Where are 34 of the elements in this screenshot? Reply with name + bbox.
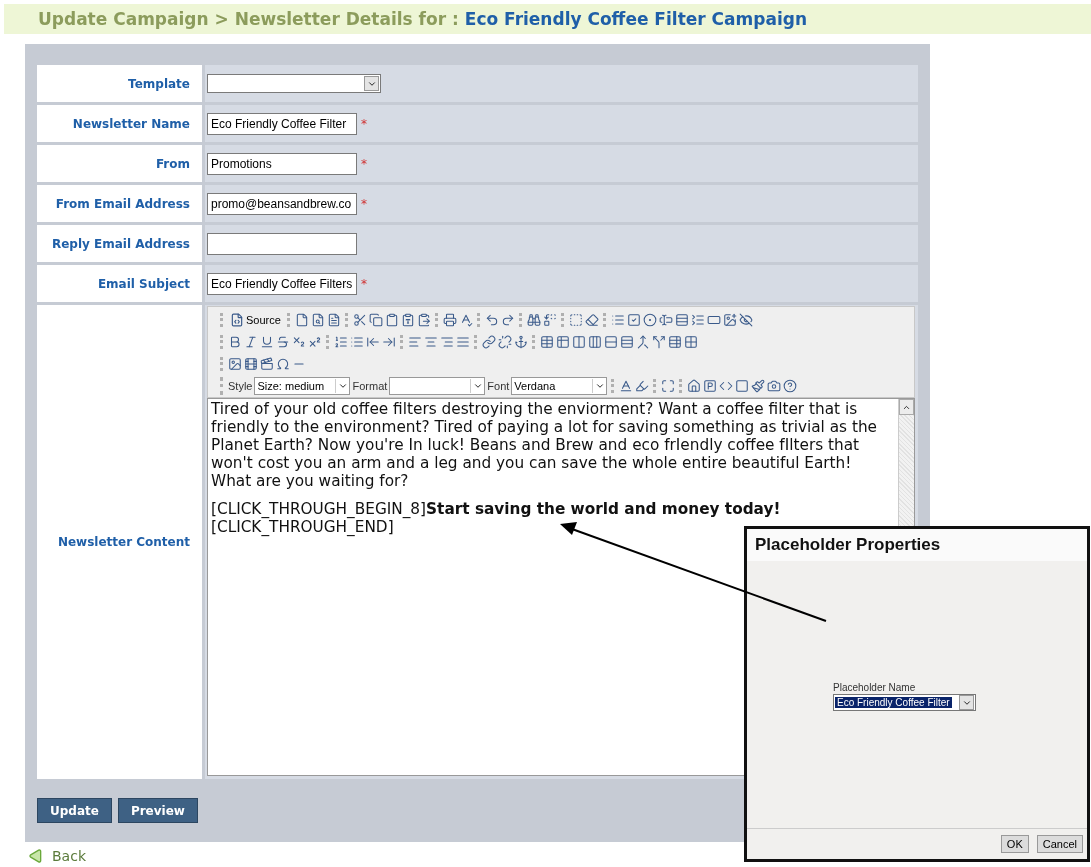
style-dropdown[interactable]: Size: medium — [254, 376, 351, 395]
content-paragraph: [CLICK_THROUGH_END] — [211, 518, 395, 536]
field-label: Email Subject — [97, 276, 190, 291]
font-dropdown[interactable]: Verdana — [511, 376, 608, 395]
field-label: Reply Email Address — [51, 236, 190, 251]
field-label: From — [155, 156, 190, 171]
dialog-button[interactable]: OK — [1000, 835, 1029, 853]
required-mark: * — [361, 196, 367, 211]
action-button[interactable]: Preview — [117, 798, 198, 823]
breadcrumb-text: Update Campaign > Newsletter Details for : — [38, 9, 459, 29]
campaign-name: Eco Friendly Coffee Filter Campaign — [464, 9, 807, 29]
required-mark: * — [361, 276, 367, 291]
format-label: Format — [352, 379, 388, 392]
action-button[interactable]: Update — [37, 798, 112, 823]
field-label: From Email Address — [55, 196, 190, 211]
input-field[interactable]: Promotions — [207, 152, 357, 175]
source-button[interactable]: Source — [228, 312, 283, 327]
content-paragraph: [CLICK_THROUGH_BEGIN_8]Start saving the world and money today! — [211, 500, 782, 518]
dialog-button[interactable]: Cancel — [1036, 835, 1083, 853]
input-field[interactable]: promo@beansandbrew.co — [207, 192, 357, 215]
field-label: Newsletter Content — [57, 535, 190, 549]
placeholder-select[interactable]: Eco Friendly Coffee Filter — [833, 694, 976, 711]
field-label: Template — [128, 76, 190, 91]
required-mark: * — [361, 156, 367, 171]
field-label: Newsletter Name — [72, 116, 190, 131]
input-field[interactable]: Eco Friendly Coffee Filter — [207, 112, 357, 135]
placeholder-name-label: Placeholder Name — [833, 682, 917, 693]
input-field[interactable]: Eco Friendly Coffee Filters — [207, 272, 357, 295]
dialog-title: Placeholder Properties — [747, 529, 1087, 561]
font-label: Font — [487, 379, 510, 392]
style-label: Style — [228, 379, 253, 392]
content-paragraph: Tired of your old coffee filters destroying the enviorment? Want a coffee filter that is friendly to the environment? Tired of paying a lot for saving something as trivial as the Planet Earth? Now you're In luck! Beans and Brew and eco frIendly coffee fIlters that won't cost you an arm and a leg and you can save the whole entire beautiful Earth! What are you waiting for? — [211, 400, 879, 490]
back-link[interactable]: Back — [52, 848, 86, 864]
required-mark: * — [361, 116, 367, 131]
